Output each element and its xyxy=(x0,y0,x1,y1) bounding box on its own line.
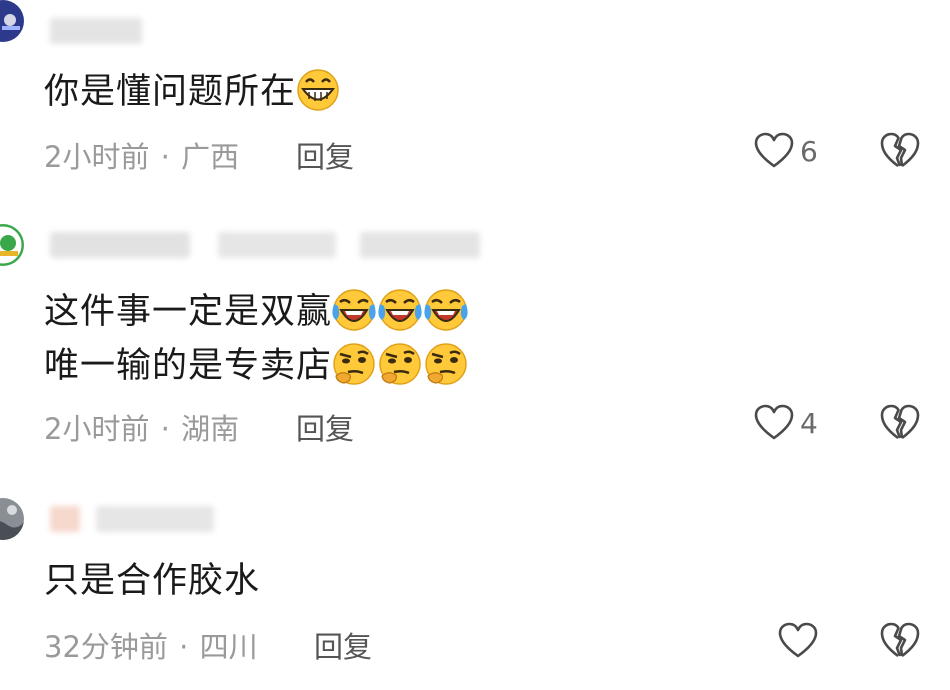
comment-meta: 32分钟前 · 四川 xyxy=(44,624,258,666)
username-blurred[interactable] xyxy=(50,506,80,532)
like-button[interactable] xyxy=(778,622,818,660)
timestamp: 32分钟前 xyxy=(44,630,168,664)
avatar[interactable] xyxy=(0,498,24,540)
dislike-button[interactable] xyxy=(880,622,920,664)
reply-button[interactable]: 回复 xyxy=(314,624,372,666)
comment-item: 只是合作胶水 32分钟前 · 四川 回复 xyxy=(0,0,950,690)
heart-outline-icon xyxy=(778,622,818,658)
username-blurred xyxy=(96,506,214,532)
location: 四川 xyxy=(199,630,258,664)
meta-separator: · xyxy=(179,630,189,664)
broken-heart-icon xyxy=(880,622,920,658)
comment-text: 只是合作胶水 xyxy=(44,561,261,601)
